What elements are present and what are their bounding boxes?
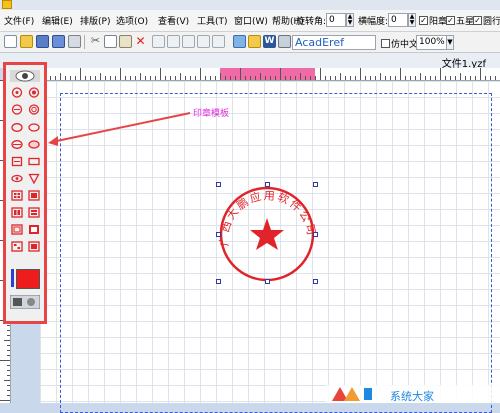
fake-label: 仿中文 — [391, 40, 419, 50]
template-round-star-icon[interactable] — [11, 87, 23, 98]
resize-handle-n[interactable] — [265, 182, 270, 187]
template-oval-c-icon[interactable] — [11, 139, 23, 150]
template-oval-b-icon[interactable] — [28, 122, 40, 133]
zoom-dropdown-arrow[interactable]: ▼ — [446, 35, 454, 50]
yang-label: 阳章 — [429, 17, 448, 27]
new-file-icon[interactable] — [4, 35, 17, 48]
star-label: 五星 — [456, 17, 475, 27]
template-grid-e-icon[interactable] — [11, 224, 23, 235]
document-tab-bar: 文件1.yzf — [0, 53, 500, 70]
template-grid-b-icon[interactable] — [28, 190, 40, 201]
menu-file[interactable]: 文件(F) — [4, 14, 34, 27]
template-grid-f-icon[interactable] — [28, 224, 40, 235]
app-icon — [2, 0, 12, 9]
delete-icon[interactable]: ✕ — [134, 35, 147, 48]
word-icon[interactable]: W — [263, 35, 276, 48]
rotate-input[interactable]: 0 — [326, 13, 346, 27]
copy-icon[interactable] — [104, 35, 117, 48]
toolbar: ✂ ✕ W AcadEref 仿中文 100% ▼ — [0, 32, 500, 53]
print-icon[interactable] — [68, 35, 81, 48]
outer-label: 圆行 — [483, 17, 500, 27]
menu-window[interactable]: 窗口(W) — [234, 14, 268, 27]
menu-options[interactable]: 选项(O) — [116, 14, 148, 27]
star-checkbox[interactable]: ✓ — [446, 16, 455, 25]
template-eye-oval-icon[interactable] — [11, 173, 23, 184]
menu-view[interactable]: 查看(V) — [158, 14, 189, 27]
resize-handle-e[interactable] — [313, 232, 318, 237]
template-round-c-icon[interactable] — [28, 104, 40, 115]
menu-bar: 文件(F) 编辑(E) 排版(P) 选项(O) 查看(V) 工具(T) 窗口(W… — [0, 10, 500, 32]
resize-handle-ne[interactable] — [313, 182, 318, 187]
eye-icon — [10, 70, 40, 82]
stamp-object[interactable]: 广西大鹏应用软件公司 — [214, 182, 322, 286]
fake-checkbox[interactable] — [381, 39, 390, 48]
menu-edit[interactable]: 编辑(E) — [42, 14, 73, 27]
align-bottom-icon[interactable] — [212, 35, 225, 48]
watermark-text: 系统大家 — [390, 390, 434, 403]
title-bar — [0, 0, 500, 10]
top-ruler — [40, 68, 500, 81]
template-rect-a-icon[interactable] — [11, 156, 23, 167]
menu-layout[interactable]: 排版(P) — [80, 14, 110, 27]
resize-handle-se[interactable] — [313, 279, 318, 284]
template-grid-d-icon[interactable] — [28, 207, 40, 218]
stretch-input[interactable]: 0 — [388, 13, 408, 27]
align-right-icon[interactable] — [182, 35, 195, 48]
rotate-label: 旋转角: — [296, 17, 327, 27]
watermark-logo-icon — [332, 387, 372, 401]
align-top-icon[interactable] — [197, 35, 210, 48]
font-select[interactable]: AcadEref — [292, 35, 376, 50]
template-rect-b-icon[interactable] — [28, 156, 40, 167]
folder-icon[interactable] — [248, 35, 261, 48]
template-oval-a-icon[interactable] — [11, 122, 23, 133]
resize-handle-sw[interactable] — [216, 279, 221, 284]
menu-tools[interactable]: 工具(T) — [197, 14, 228, 27]
align-left-icon[interactable] — [152, 35, 165, 48]
stamp-template-panel — [3, 62, 47, 324]
template-grid-a-icon[interactable] — [11, 190, 23, 201]
save-icon[interactable] — [36, 35, 49, 48]
align-center-icon[interactable] — [167, 35, 180, 48]
open-folder-icon[interactable] — [20, 35, 33, 48]
tools-icon[interactable] — [10, 295, 40, 309]
template-triangle-icon[interactable] — [28, 173, 40, 184]
screen-icon[interactable] — [278, 35, 291, 48]
color-indicator — [11, 269, 14, 287]
template-grid-c-icon[interactable] — [11, 207, 23, 218]
template-grid-h-icon[interactable] — [28, 241, 40, 252]
resize-handle-nw[interactable] — [216, 182, 221, 187]
resize-handle-w[interactable] — [216, 232, 221, 237]
template-grid-g-icon[interactable] — [11, 241, 23, 252]
color-swatch[interactable] — [16, 269, 40, 289]
template-round-b-icon[interactable] — [11, 104, 23, 115]
cut-icon[interactable]: ✂ — [89, 35, 102, 48]
outer-checkbox[interactable]: ✓ — [473, 16, 482, 25]
stretch-label: 横幅度: — [358, 17, 389, 27]
stamp-star-icon — [250, 218, 284, 250]
template-oval-d-icon[interactable] — [28, 139, 40, 150]
yang-checkbox[interactable]: ✓ — [419, 16, 428, 25]
save-as-icon[interactable] — [52, 35, 65, 48]
rotate-spinner[interactable]: ▲ ▼ — [346, 13, 354, 27]
resize-handle-s[interactable] — [265, 279, 270, 284]
toolbar-separator — [84, 35, 85, 49]
paste-icon[interactable] — [119, 35, 132, 48]
callout-label: 印章模板 — [193, 109, 230, 119]
image-icon[interactable] — [233, 35, 246, 48]
stretch-spinner[interactable]: ▲ ▼ — [408, 13, 416, 27]
template-round-a-icon[interactable] — [28, 87, 40, 98]
